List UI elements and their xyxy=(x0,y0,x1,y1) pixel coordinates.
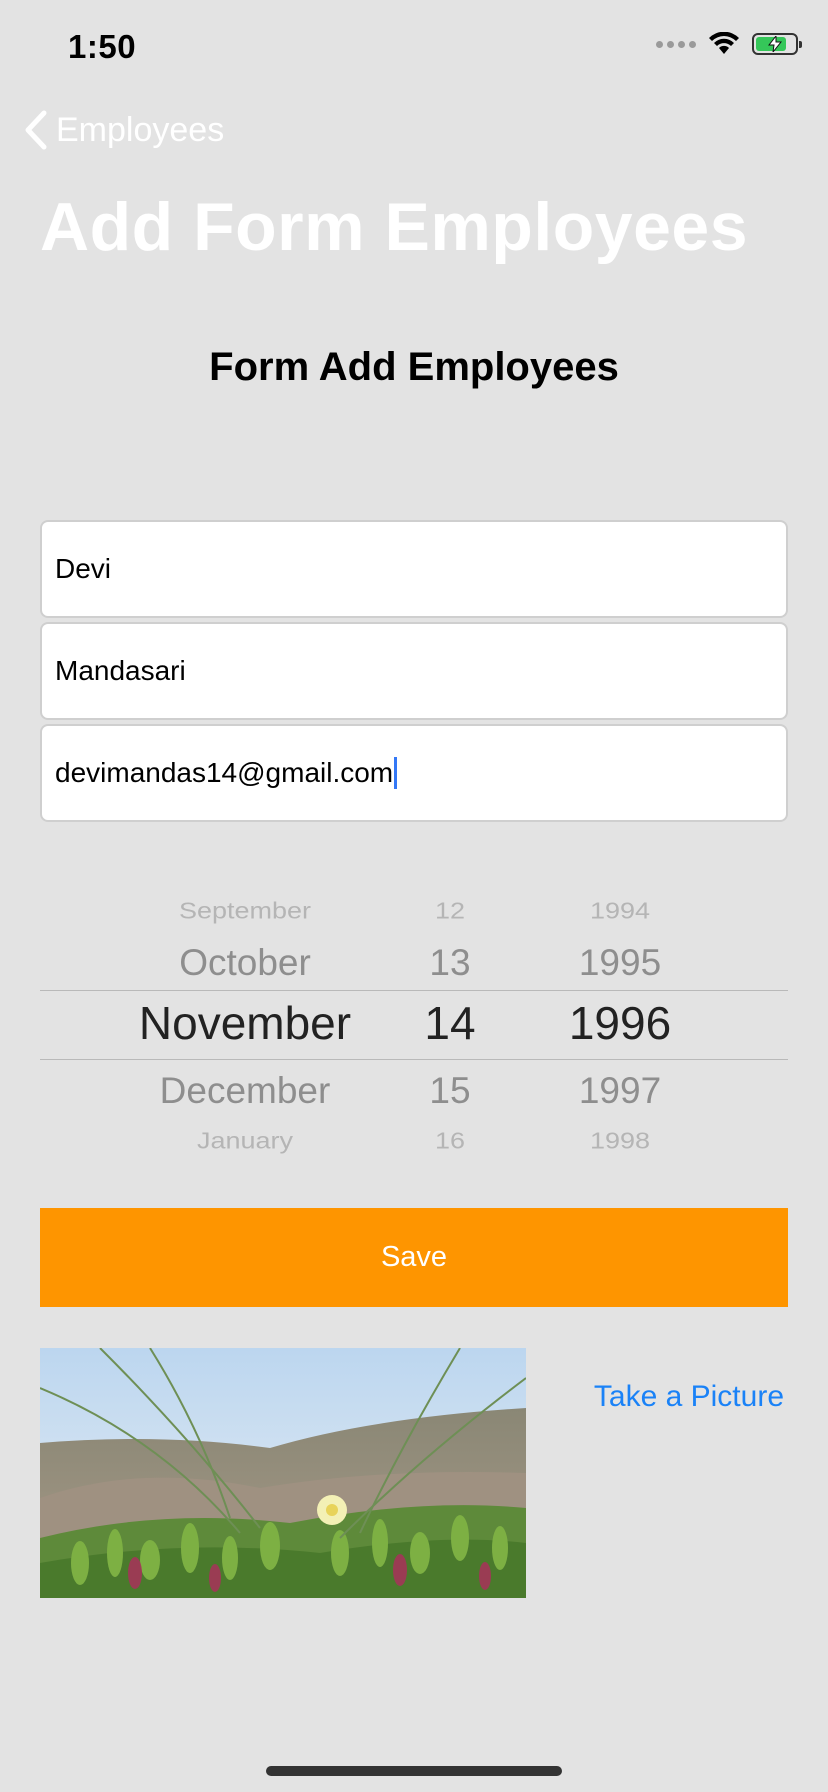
wifi-icon xyxy=(709,32,739,54)
page-title: Add Form Employees xyxy=(40,189,749,265)
month-option[interactable]: September xyxy=(100,898,390,924)
back-button-label: Employees xyxy=(56,110,225,149)
email-field[interactable]: devimandas14@gmail.com xyxy=(40,724,788,822)
day-option[interactable]: 12 xyxy=(410,898,490,924)
day-option[interactable]: 16 xyxy=(410,1128,490,1154)
first-name-input[interactable] xyxy=(55,553,786,585)
take-picture-button[interactable]: Take a Picture xyxy=(594,1380,784,1414)
year-option[interactable]: 1995 xyxy=(540,942,700,984)
text-cursor xyxy=(394,757,398,789)
month-selected[interactable]: November xyxy=(100,996,390,1050)
status-time: 1:50 xyxy=(68,28,137,65)
back-button[interactable]: Employees xyxy=(24,110,224,150)
chevron-left-icon xyxy=(25,110,47,150)
year-wheel[interactable]: 1994 1995 1996 1997 1998 xyxy=(540,880,700,1160)
first-name-field[interactable] xyxy=(40,520,788,618)
photo-image xyxy=(40,1348,526,1598)
year-option[interactable]: 1997 xyxy=(540,1070,700,1112)
save-button[interactable]: Save xyxy=(40,1208,788,1307)
year-selected[interactable]: 1996 xyxy=(540,996,700,1050)
status-icons xyxy=(656,32,802,56)
month-option[interactable]: December xyxy=(100,1070,390,1112)
last-name-field[interactable] xyxy=(40,622,788,720)
cellular-signal-icon xyxy=(656,40,696,48)
day-wheel[interactable]: 12 13 14 15 16 xyxy=(410,880,490,1160)
year-option[interactable]: 1998 xyxy=(540,1128,700,1154)
day-option[interactable]: 15 xyxy=(410,1070,490,1112)
form-heading: Form Add Employees xyxy=(209,345,619,389)
email-input-value[interactable]: devimandas14@gmail.com xyxy=(55,757,393,789)
date-picker[interactable]: September October November December Janu… xyxy=(40,880,788,1160)
day-option[interactable]: 13 xyxy=(410,942,490,984)
month-wheel[interactable]: September October November December Janu… xyxy=(100,880,390,1160)
last-name-input[interactable] xyxy=(55,655,786,687)
month-option[interactable]: January xyxy=(100,1128,390,1154)
home-indicator[interactable] xyxy=(266,1766,562,1776)
month-option[interactable]: October xyxy=(100,942,390,984)
year-option[interactable]: 1994 xyxy=(540,898,700,924)
battery-icon xyxy=(752,33,802,55)
day-selected[interactable]: 14 xyxy=(410,996,490,1050)
charging-bolt-icon xyxy=(768,36,782,52)
employee-photo xyxy=(40,1348,526,1598)
